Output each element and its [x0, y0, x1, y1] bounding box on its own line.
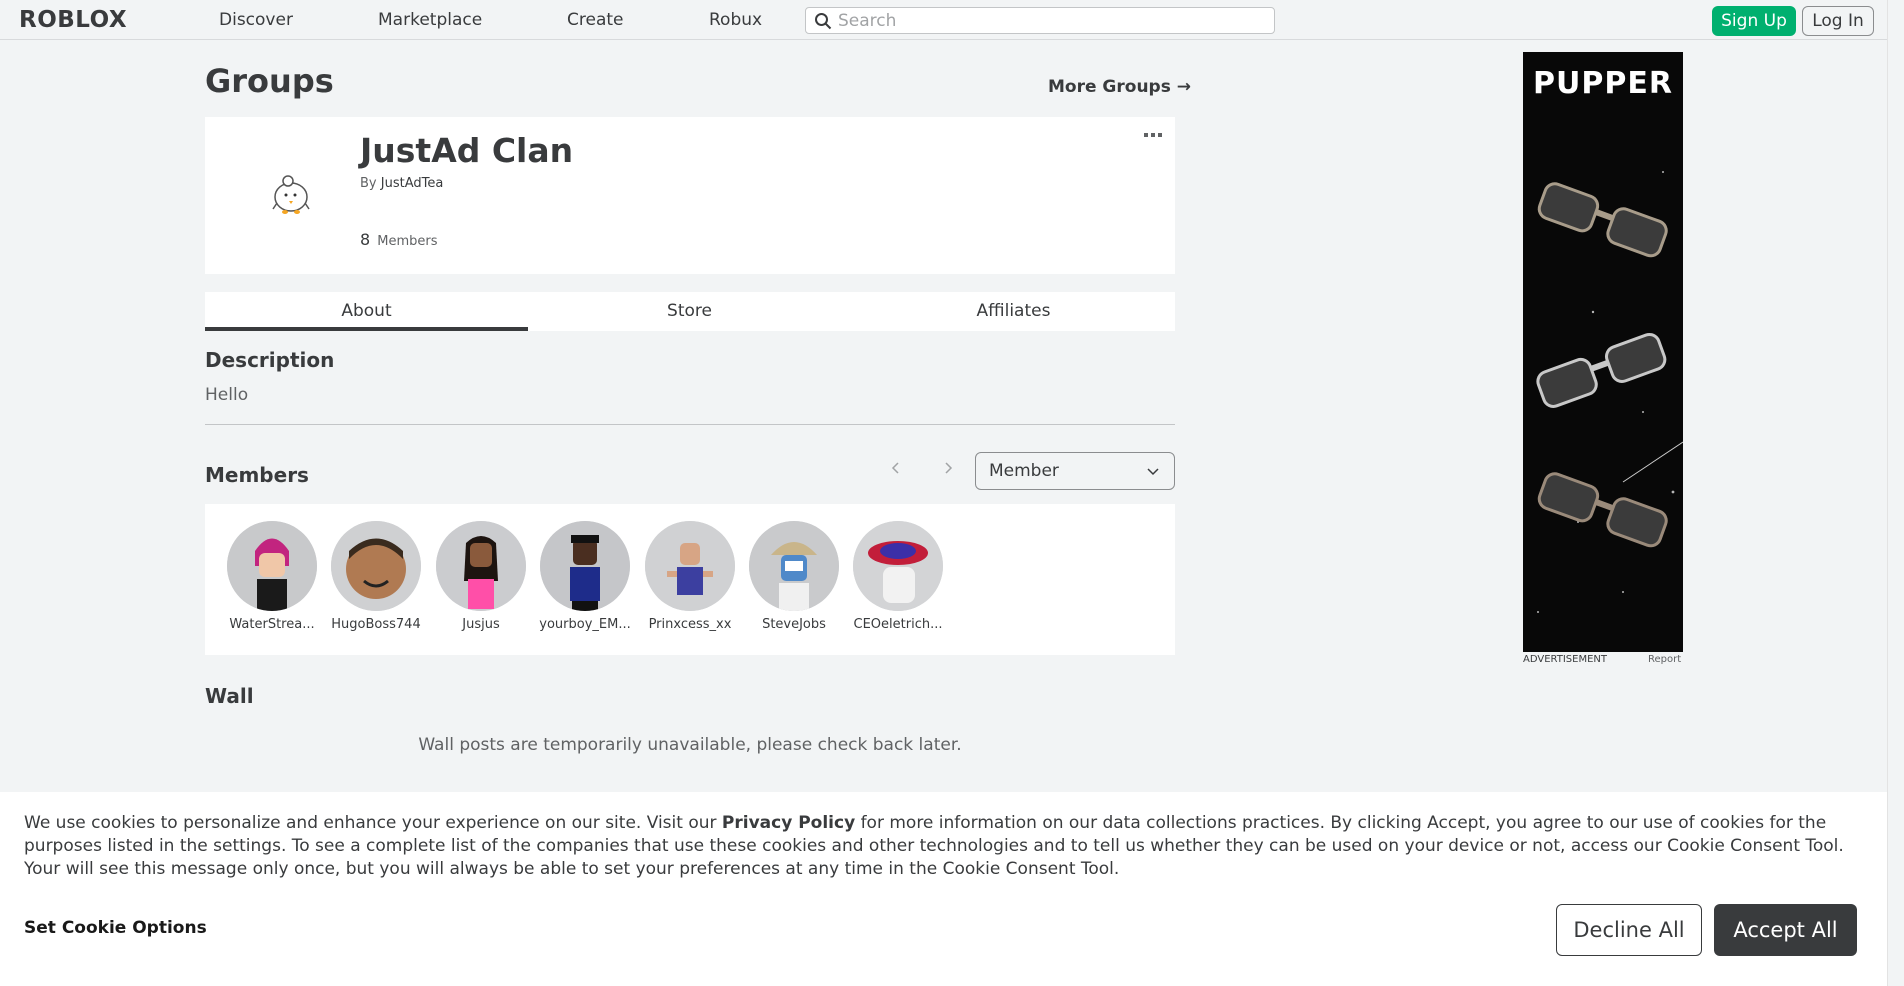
set-cookie-options-link[interactable]: Set Cookie Options	[24, 918, 207, 938]
avatar[interactable]	[227, 521, 317, 611]
page-title: Groups	[205, 62, 334, 100]
member-item[interactable]: Prinxcess_xx	[640, 521, 740, 632]
avatar[interactable]	[331, 521, 421, 611]
group-owner-line: By JustAdTea	[360, 176, 443, 191]
nav-link-marketplace[interactable]: Marketplace	[378, 10, 482, 30]
member-name[interactable]: SteveJobs	[744, 617, 844, 632]
log-in-button[interactable]: Log In	[1802, 6, 1874, 36]
member-item[interactable]: CEOeletrich...	[848, 521, 948, 632]
members-list: WaterStrea... HugoBoss744 Jusjus yourboy…	[205, 504, 1175, 655]
avatar[interactable]	[436, 521, 526, 611]
group-emblem-image	[272, 175, 310, 214]
nav-link-discover[interactable]: Discover	[219, 10, 293, 30]
wall-heading: Wall	[205, 684, 254, 708]
member-name[interactable]: CEOeletrich...	[848, 617, 948, 632]
role-select-dropdown[interactable]: Member	[975, 452, 1175, 490]
member-item[interactable]: Jusjus	[431, 521, 531, 632]
avatar[interactable]	[749, 521, 839, 611]
group-header-card: JustAd Clan By JustAdTea 8 Members	[205, 117, 1175, 274]
member-item[interactable]: SteveJobs	[744, 521, 844, 632]
member-name[interactable]: WaterStrea...	[222, 617, 322, 632]
member-name[interactable]: Jusjus	[431, 617, 531, 632]
nav-link-create[interactable]: Create	[567, 10, 624, 30]
wall-unavailable-message: Wall posts are temporarily unavailable, …	[418, 735, 962, 755]
more-groups-link[interactable]: More Groups →	[1048, 77, 1191, 97]
description-heading: Description	[205, 348, 335, 372]
advertisement-banner[interactable]: PUPPER	[1523, 52, 1683, 652]
cookie-text-part-1: We use cookies to personalize and enhanc…	[24, 813, 722, 833]
avatar[interactable]	[853, 521, 943, 611]
ad-report-link[interactable]: Report	[1648, 654, 1681, 665]
ad-brand-text: PUPPER	[1533, 66, 1673, 101]
tab-about[interactable]: About	[205, 292, 528, 331]
chevron-left-icon[interactable]	[888, 458, 904, 478]
decline-all-button[interactable]: Decline All	[1556, 904, 1702, 956]
sign-up-button[interactable]: Sign Up	[1712, 6, 1796, 36]
chevron-right-icon[interactable]	[940, 458, 956, 478]
members-heading: Members	[205, 463, 309, 487]
description-text: Hello	[205, 385, 249, 405]
tab-affiliates[interactable]: Affiliates	[852, 292, 1175, 331]
nav-link-robux[interactable]: Robux	[709, 10, 762, 30]
member-count-label: Members	[377, 234, 438, 249]
section-divider	[205, 424, 1175, 425]
top-navigation-bar: ROBLOX Discover Marketplace Create Robux…	[0, 0, 1887, 40]
tab-store[interactable]: Store	[528, 292, 851, 331]
member-name[interactable]: yourboy_EM...	[535, 617, 635, 632]
advertisement-label: ADVERTISEMENT	[1523, 654, 1608, 665]
role-select-value: Member	[989, 461, 1059, 481]
more-options-icon[interactable]	[1143, 130, 1163, 140]
member-name[interactable]: Prinxcess_xx	[640, 617, 740, 632]
avatar[interactable]	[645, 521, 735, 611]
member-count: 8 Members	[360, 230, 438, 249]
member-item[interactable]: yourboy_EM...	[535, 521, 635, 632]
search-box[interactable]	[805, 7, 1275, 34]
accept-all-button[interactable]: Accept All	[1714, 904, 1857, 956]
member-item[interactable]: HugoBoss744	[326, 521, 426, 632]
member-count-value: 8	[360, 230, 371, 249]
page-scrollbar[interactable]	[1887, 0, 1904, 986]
ad-artwork	[1523, 52, 1683, 652]
search-input[interactable]	[838, 10, 1258, 31]
member-item[interactable]: WaterStrea...	[222, 521, 322, 632]
group-name: JustAd Clan	[360, 131, 574, 170]
avatar[interactable]	[540, 521, 630, 611]
chevron-down-icon	[1147, 468, 1159, 476]
group-owner-link[interactable]: JustAdTea	[381, 176, 444, 191]
privacy-policy-link[interactable]: Privacy Policy	[722, 813, 855, 833]
cookie-consent-banner: We use cookies to personalize and enhanc…	[0, 792, 1887, 986]
by-label: By	[360, 176, 377, 191]
member-name[interactable]: HugoBoss744	[326, 617, 426, 632]
search-icon	[815, 13, 832, 30]
cookie-consent-text: We use cookies to personalize and enhanc…	[24, 812, 1864, 881]
group-tabs: About Store Affiliates	[205, 292, 1175, 331]
roblox-logo[interactable]: ROBLOX	[19, 7, 127, 33]
